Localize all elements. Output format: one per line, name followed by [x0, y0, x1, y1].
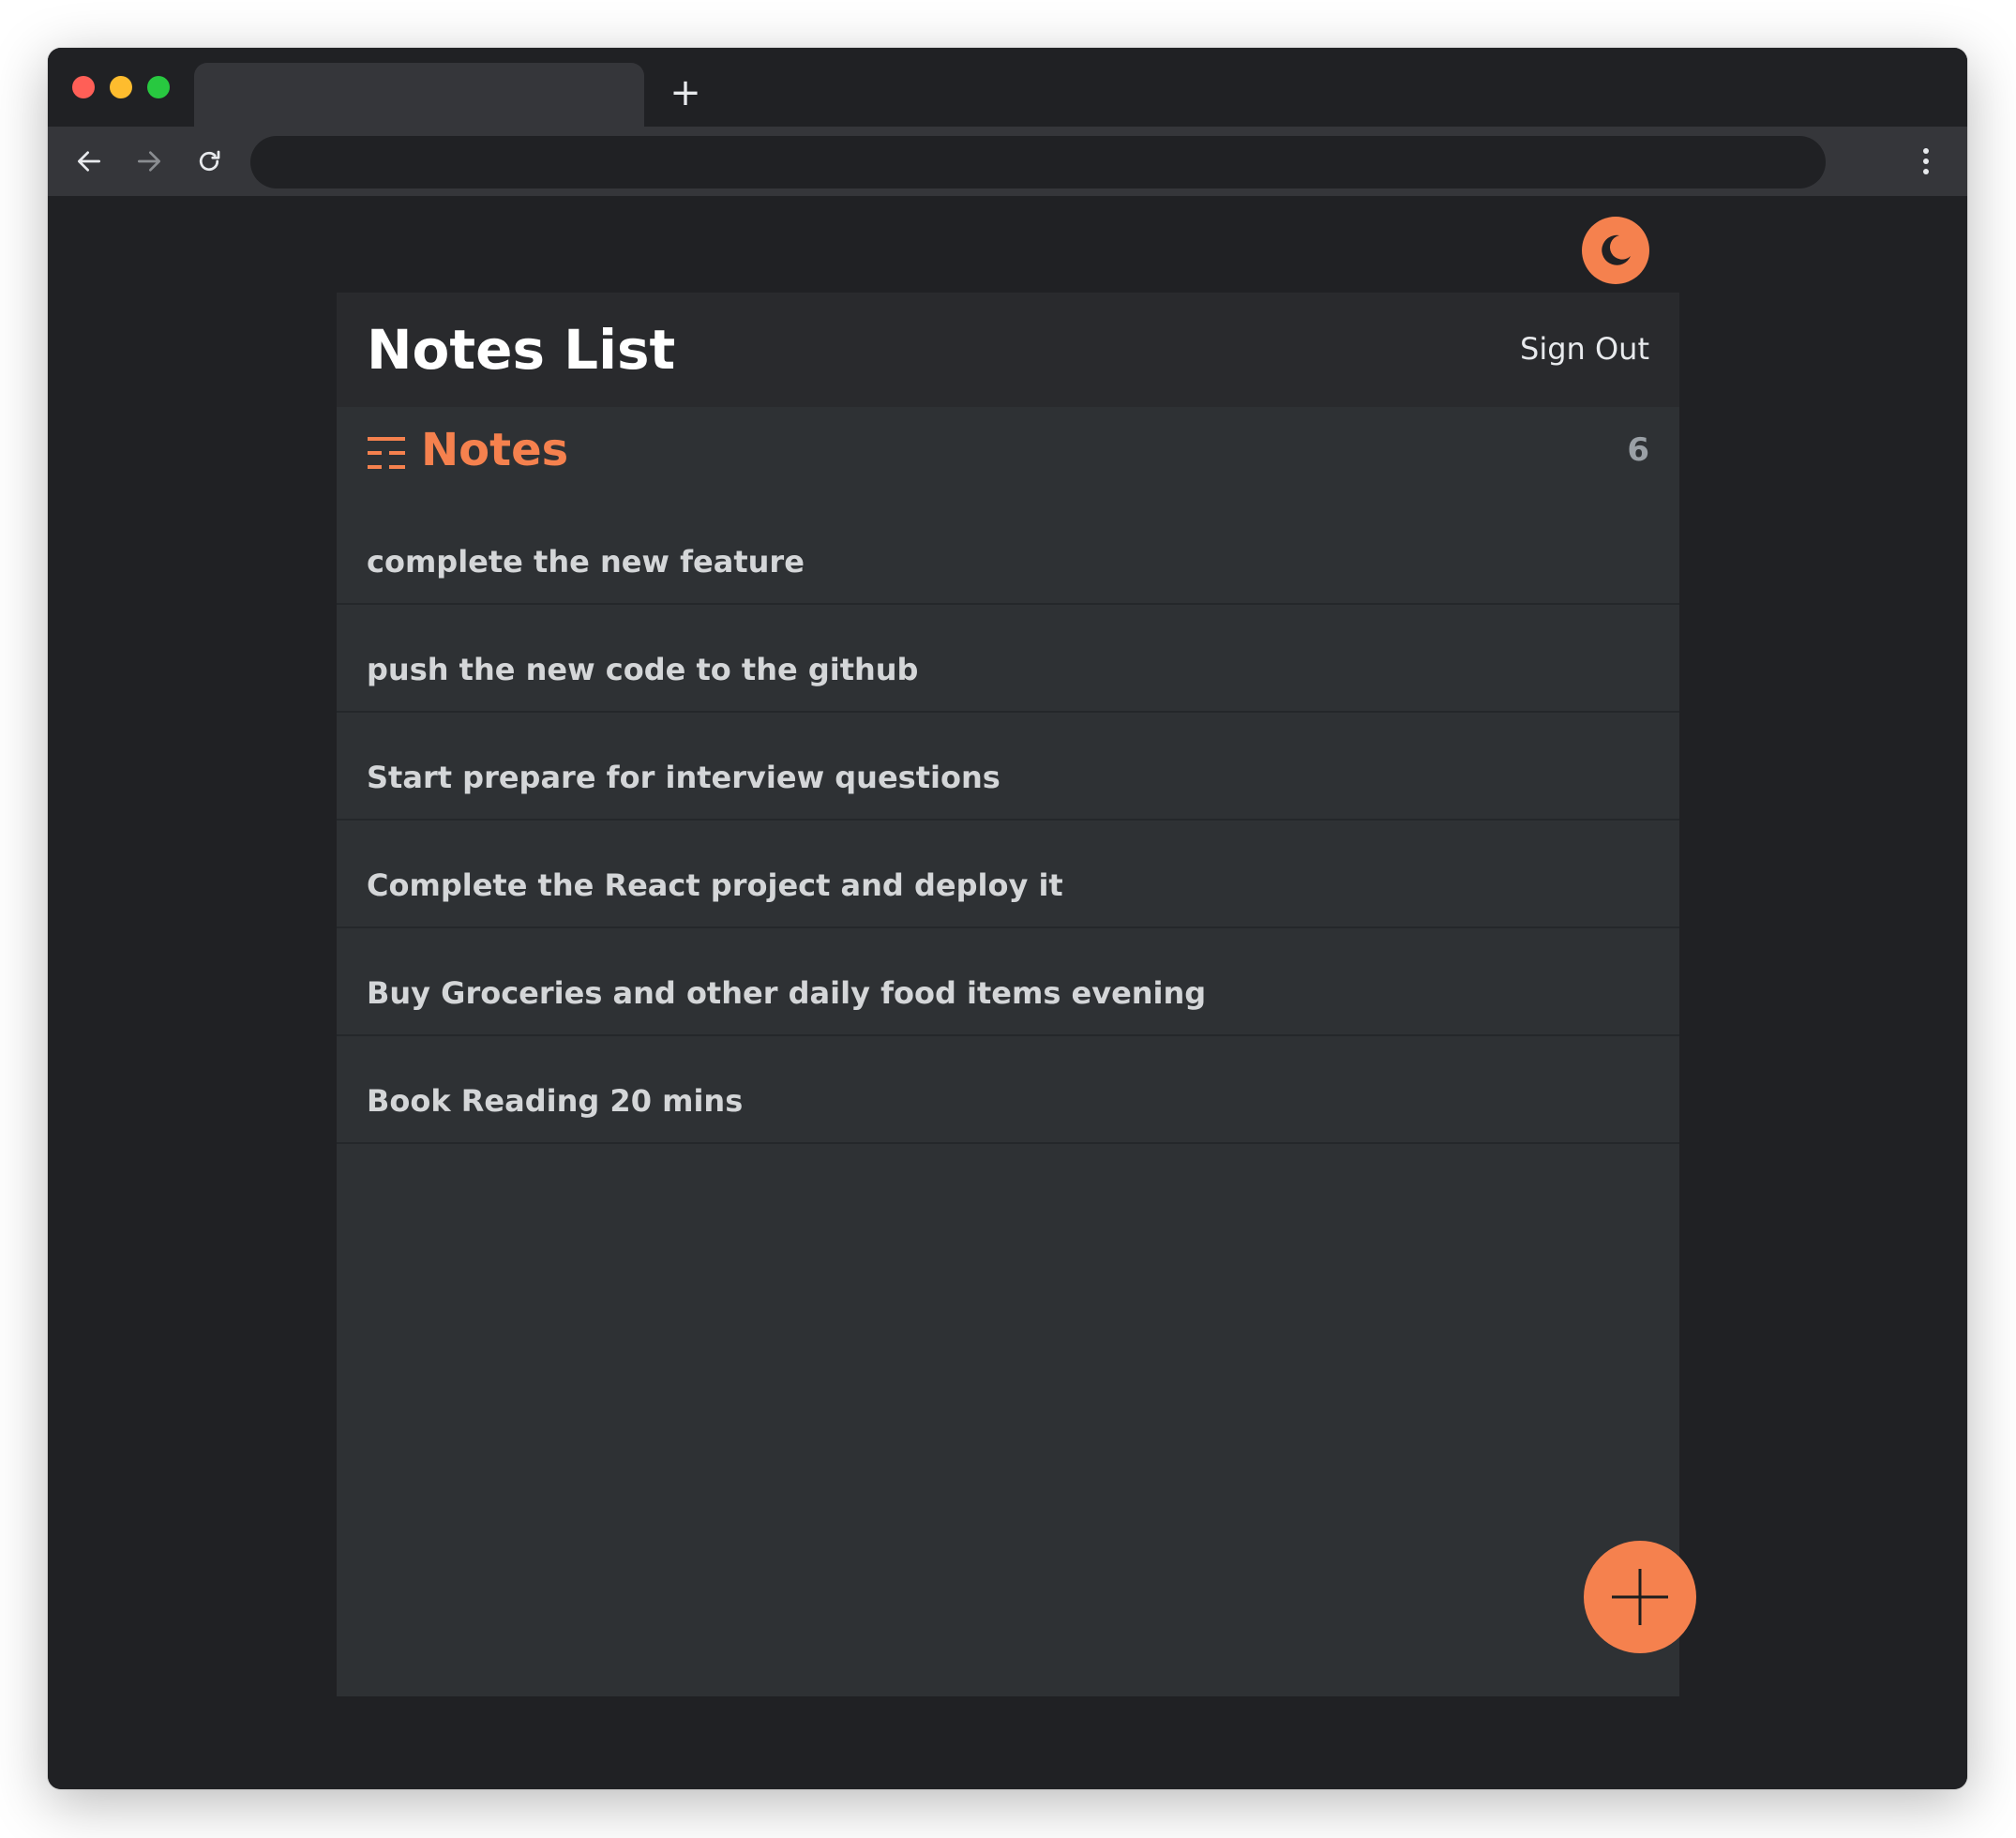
- notes-list: complete the new feature push the new co…: [337, 497, 1679, 1144]
- notes-count-badge: 6: [1627, 431, 1649, 469]
- arrow-right-icon: [138, 151, 160, 172]
- new-tab-button[interactable]: +: [667, 74, 704, 112]
- note-item[interactable]: Buy Groceries and other daily food items…: [337, 928, 1679, 1036]
- note-label: Buy Groceries and other daily food items…: [367, 975, 1207, 1011]
- sign-out-button[interactable]: Sign Out: [1520, 328, 1649, 369]
- reload-icon: [199, 150, 220, 172]
- card-header: Notes List Sign Out: [337, 293, 1679, 407]
- reload-button[interactable]: [190, 143, 228, 180]
- theme-toggle-button[interactable]: [1582, 217, 1649, 284]
- note-label: Start prepare for interview questions: [367, 760, 1000, 795]
- list-icon: [368, 437, 405, 469]
- note-item[interactable]: Start prepare for interview questions: [337, 713, 1679, 821]
- arrow-left-icon: [78, 151, 100, 172]
- browser-tab[interactable]: [194, 63, 644, 127]
- note-label: Complete the React project and deploy it: [367, 867, 1063, 903]
- notes-section-header: Notes 6: [337, 407, 1679, 497]
- minimize-window-button[interactable]: [110, 76, 132, 98]
- notes-card: Notes List Sign Out Notes 6 complete the…: [337, 293, 1696, 1696]
- plus-icon: [1612, 1569, 1668, 1625]
- plus-icon: +: [669, 71, 701, 114]
- back-button[interactable]: [70, 143, 108, 180]
- browser-menu-button[interactable]: [1907, 143, 1945, 180]
- maximize-window-button[interactable]: [147, 76, 170, 98]
- browser-window: + Notes List Sign Out Notes 6 complete t…: [48, 48, 1967, 1789]
- more-vertical-icon: [1923, 148, 1929, 174]
- note-item[interactable]: push the new code to the github: [337, 605, 1679, 713]
- section-title: Notes: [421, 424, 569, 476]
- add-note-button[interactable]: [1584, 1541, 1696, 1653]
- note-item[interactable]: Book Reading 20 mins: [337, 1036, 1679, 1144]
- page-content: Notes List Sign Out Notes 6 complete the…: [48, 196, 1967, 1789]
- note-item[interactable]: complete the new feature: [337, 497, 1679, 605]
- page-title: Notes List: [367, 318, 676, 382]
- tab-bar: +: [48, 48, 1967, 127]
- note-label: push the new code to the github: [367, 652, 919, 687]
- forward-button[interactable]: [130, 143, 168, 180]
- note-item[interactable]: Complete the React project and deploy it: [337, 821, 1679, 928]
- browser-toolbar: [48, 127, 1967, 196]
- crescent-moon-icon: [1602, 234, 1631, 265]
- address-bar[interactable]: [250, 136, 1826, 188]
- note-label: Book Reading 20 mins: [367, 1083, 744, 1119]
- note-label: complete the new feature: [367, 544, 805, 580]
- close-window-button[interactable]: [72, 76, 95, 98]
